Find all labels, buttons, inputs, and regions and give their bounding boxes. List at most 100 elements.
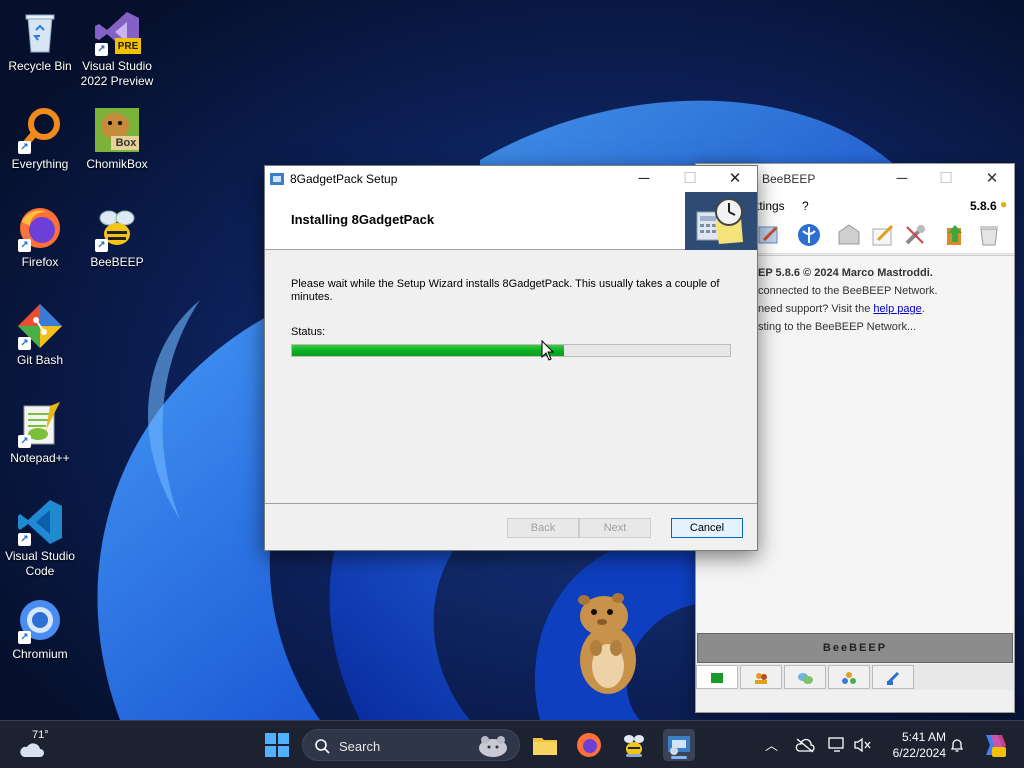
taskbar-search-box[interactable]: Search xyxy=(302,729,520,761)
shortcut-arrow-icon: ↗ xyxy=(18,631,31,644)
desktop-icon-chomikbox[interactable]: Box ChomikBox xyxy=(77,106,157,172)
setup-banner: Installing 8GadgetPack xyxy=(265,192,757,250)
hamster-mascot-icon xyxy=(578,593,636,694)
cancel-button[interactable]: Cancel xyxy=(671,518,743,538)
tools-icon[interactable] xyxy=(902,222,928,248)
installer-icon xyxy=(668,736,690,755)
desktop-icon-label: Notepad++ xyxy=(10,451,70,465)
weather-temp: 71° xyxy=(32,729,49,741)
search-icon xyxy=(315,739,330,754)
message-icon[interactable] xyxy=(836,222,862,248)
vscode-icon: ↗ xyxy=(16,498,64,546)
edit-profile-icon[interactable] xyxy=(756,222,782,248)
tab-groups[interactable] xyxy=(784,665,826,689)
git-icon: ↗ xyxy=(16,302,64,350)
shortcut-arrow-icon: ↗ xyxy=(18,337,31,350)
minimize-button[interactable]: ─ xyxy=(882,168,922,190)
progress-fill xyxy=(292,345,564,356)
taskbar-clock[interactable]: 5:41 AM 6/22/2024 xyxy=(880,729,946,761)
desktop-icon-firefox[interactable]: ↗ Firefox xyxy=(0,204,80,270)
magnifier-icon: ↗ xyxy=(16,106,64,154)
pencil-icon[interactable] xyxy=(870,222,896,248)
chat-line-connected: connected to the BeeBEEP Network. xyxy=(758,285,938,297)
tab-chat[interactable] xyxy=(696,665,738,689)
notepad-icon: ↗ xyxy=(16,400,64,448)
trash-icon[interactable] xyxy=(976,222,1002,248)
chromium-icon: ↗ xyxy=(16,596,64,644)
brand-label: BeeBEEP xyxy=(822,642,888,654)
desktop-icon-beebeep[interactable]: ↗ BeeBEEP xyxy=(77,204,157,270)
notification-bell-icon[interactable] xyxy=(949,737,965,753)
desktop-icon-label: BeeBEEP xyxy=(90,255,144,269)
desktop-icon-visual-studio-preview[interactable]: PRE ↗ Visual Studio 2022 Preview xyxy=(77,8,157,89)
setup-dialog[interactable]: 8GadgetPack Setup ─ ☐ ✕ Installing 8Gadg… xyxy=(264,165,758,551)
firefox-icon xyxy=(577,733,601,757)
running-indicator xyxy=(626,754,642,757)
desktop-icon-label: Everything xyxy=(11,157,69,171)
taskbar-firefox[interactable] xyxy=(575,731,603,759)
update-icon[interactable] xyxy=(942,222,968,248)
version-label: 5.8.6 xyxy=(970,199,997,213)
chat-support-text: need support? Visit the xyxy=(758,303,874,315)
clock-calculator-icon xyxy=(685,192,757,250)
hamster-box-icon: Box xyxy=(93,106,141,154)
cloud-offline-icon[interactable] xyxy=(795,737,815,753)
desktop-icon-notepad-plus-plus[interactable]: ↗ Notepad++ xyxy=(0,400,80,466)
desktop-icon-label: Recycle Bin xyxy=(8,59,72,73)
copilot-icon[interactable] xyxy=(980,731,1008,759)
network-icon[interactable] xyxy=(796,222,822,248)
minimize-button[interactable]: ─ xyxy=(621,166,667,192)
maximize-button: ☐ xyxy=(683,170,697,187)
help-page-link[interactable]: help page xyxy=(873,303,921,315)
beebeep-title: BeeBEEP xyxy=(762,172,816,186)
chat-line-copyright: EP 5.8.6 © 2024 Marco Mastroddi. xyxy=(758,267,933,279)
chevron-up-icon[interactable]: ︿ xyxy=(765,735,778,754)
beebeep-tab-strip xyxy=(696,664,1014,690)
status-label: Status: xyxy=(291,326,326,338)
taskbar-beebeep[interactable] xyxy=(620,731,648,759)
speaker-muted-icon[interactable] xyxy=(853,737,871,753)
taskbar: 71° Search ︿ 5:41 AM 6/22/2024 xyxy=(0,720,1024,768)
setup-footer: Back Next Cancel xyxy=(265,504,757,550)
shortcut-arrow-icon: ↗ xyxy=(18,533,31,546)
taskbar-setup-installer[interactable] xyxy=(663,729,695,761)
bee-icon: ↗ xyxy=(93,204,141,252)
shortcut-arrow-icon: ↗ xyxy=(18,239,31,252)
next-button: Next xyxy=(579,518,651,538)
monitor-network-icon[interactable] xyxy=(828,737,846,753)
shortcut-arrow-icon: ↗ xyxy=(95,43,108,56)
desktop-icon-git-bash[interactable]: ↗ Git Bash xyxy=(0,302,80,368)
tab-files[interactable] xyxy=(872,665,914,689)
desktop-icon-chromium[interactable]: ↗ Chromium xyxy=(0,596,80,662)
visual-studio-icon: PRE ↗ xyxy=(93,8,141,56)
tab-users[interactable] xyxy=(740,665,782,689)
shortcut-arrow-icon: ↗ xyxy=(95,239,108,252)
bee-small-icon: ● xyxy=(1000,197,1008,211)
search-highlight-icon xyxy=(479,736,507,757)
desktop-icon-vscode[interactable]: ↗ Visual Studio Code xyxy=(0,498,80,579)
active-indicator xyxy=(671,756,687,759)
desktop-icon-label: Chromium xyxy=(12,647,68,661)
shortcut-arrow-icon: ↗ xyxy=(18,141,31,154)
menu-settings[interactable]: ttings xyxy=(756,199,785,213)
desktop-icon-label: Firefox xyxy=(21,255,59,269)
mouse-cursor-icon xyxy=(541,340,555,361)
firefox-icon: ↗ xyxy=(16,204,64,252)
close-button[interactable]: ✕ xyxy=(972,168,1012,190)
taskbar-file-explorer[interactable] xyxy=(531,731,559,759)
desktop-icon-everything[interactable]: ↗ Everything xyxy=(0,106,80,172)
close-button[interactable]: ✕ xyxy=(712,166,758,192)
chat-line-support: need support? Visit the help page. xyxy=(758,300,1010,318)
setup-titlebar[interactable]: 8GadgetPack Setup ─ ☐ ✕ xyxy=(265,166,757,192)
setup-body: Please wait while the Setup Wizard insta… xyxy=(265,250,757,504)
cloud-icon xyxy=(20,743,44,757)
box-badge: Box xyxy=(115,137,137,149)
folder-icon xyxy=(533,738,557,755)
start-button[interactable] xyxy=(263,731,291,759)
chat-line-connecting: sting to the BeeBEEP Network... xyxy=(758,321,917,333)
tab-shares[interactable] xyxy=(828,665,870,689)
setup-title: 8GadgetPack Setup xyxy=(290,172,398,186)
menu-help[interactable]: ? xyxy=(802,199,809,213)
maximize-button[interactable]: ☐ xyxy=(926,168,966,190)
desktop-icon-recycle-bin[interactable]: Recycle Bin xyxy=(0,8,80,74)
